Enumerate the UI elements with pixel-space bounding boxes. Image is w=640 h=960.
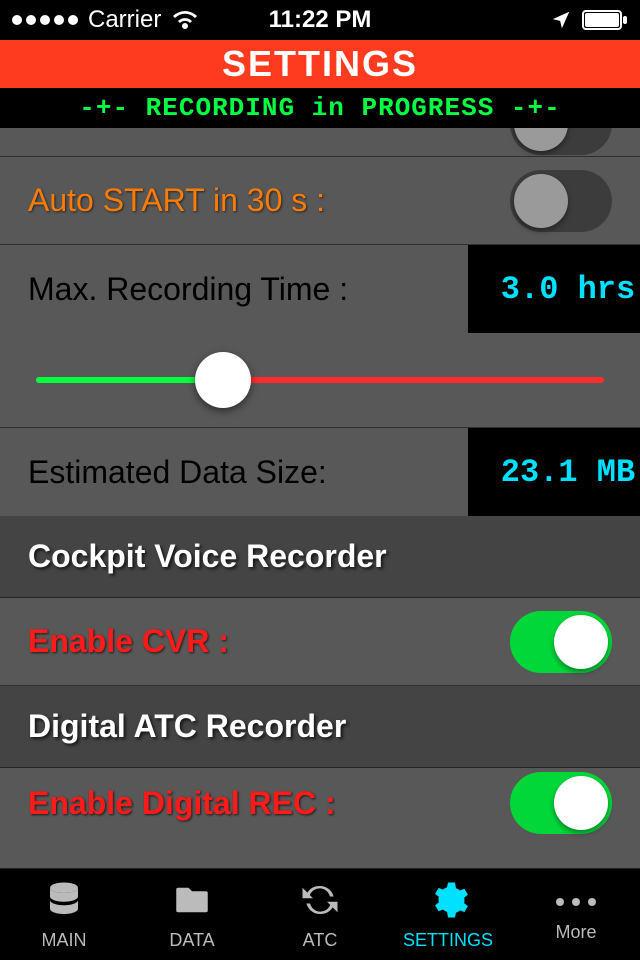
section-atc-label: Digital ATC Recorder	[28, 708, 346, 745]
settings-content: Auto START in 30 s : Max. Recording Time…	[0, 128, 640, 868]
tab-data-label: DATA	[169, 930, 214, 951]
enable-digital-label: Enable Digital REC :	[28, 785, 336, 822]
tab-settings-label: SETTINGS	[403, 930, 493, 951]
row-enable-digital: Enable Digital REC :	[0, 768, 640, 838]
row-enable-cvr: Enable CVR :	[0, 598, 640, 686]
gear-icon	[427, 879, 469, 926]
sync-icon	[299, 879, 341, 926]
recording-banner: -+- RECORDING in PROGRESS -+-	[0, 88, 640, 128]
enable-digital-toggle[interactable]	[510, 772, 612, 834]
folder-icon	[171, 879, 213, 926]
battery-icon	[582, 10, 628, 30]
status-bar: Carrier 11:22 PM	[0, 0, 640, 40]
page-title: SETTINGS	[0, 40, 640, 88]
row-max-recording: Max. Recording Time : 3.0 hrs	[0, 245, 640, 333]
row-auto-start: Auto START in 30 s :	[0, 157, 640, 245]
previous-row-peek	[0, 128, 640, 156]
status-left: Carrier	[12, 6, 199, 34]
tab-more[interactable]: More	[512, 886, 640, 943]
wifi-icon	[171, 9, 199, 31]
auto-start-toggle[interactable]	[510, 170, 612, 232]
tab-bar: MAIN DATA ATC SETTINGS More	[0, 868, 640, 960]
previous-toggle[interactable]	[510, 128, 612, 155]
tab-data[interactable]: DATA	[128, 879, 256, 951]
enable-cvr-label: Enable CVR :	[28, 623, 229, 660]
section-cvr-label: Cockpit Voice Recorder	[28, 538, 387, 575]
tab-settings[interactable]: SETTINGS	[384, 879, 512, 951]
tab-atc[interactable]: ATC	[256, 879, 384, 951]
signal-strength-icon	[12, 15, 78, 25]
more-icon	[556, 898, 596, 906]
max-recording-label: Max. Recording Time :	[28, 271, 348, 308]
status-time: 11:22 PM	[269, 6, 372, 34]
max-recording-slider-row	[0, 333, 640, 428]
est-size-label: Estimated Data Size:	[28, 454, 327, 491]
section-cvr: Cockpit Voice Recorder	[0, 516, 640, 598]
tab-atc-label: ATC	[303, 930, 338, 951]
row-est-size: Estimated Data Size: 23.1 MB	[0, 428, 640, 516]
carrier-label: Carrier	[88, 6, 161, 34]
enable-cvr-toggle[interactable]	[510, 611, 612, 673]
tab-main-label: MAIN	[42, 930, 87, 951]
est-size-value: 23.1 MB	[468, 428, 640, 516]
slider-thumb[interactable]	[195, 352, 251, 408]
location-icon	[550, 9, 572, 31]
auto-start-label: Auto START in 30 s :	[28, 182, 325, 219]
tab-more-label: More	[555, 922, 596, 943]
section-atc: Digital ATC Recorder	[0, 686, 640, 768]
status-right	[550, 9, 628, 31]
max-recording-slider[interactable]	[36, 377, 604, 383]
database-icon	[43, 879, 85, 926]
max-recording-value: 3.0 hrs	[468, 245, 640, 333]
tab-main[interactable]: MAIN	[0, 879, 128, 951]
